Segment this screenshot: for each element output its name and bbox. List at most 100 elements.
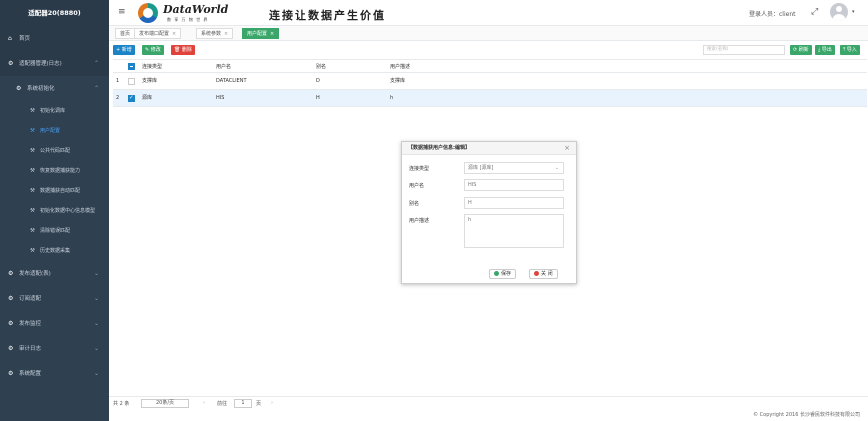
import-button[interactable]: ⤒ 导入 — [840, 45, 860, 55]
wrench-icon: ⚒ — [30, 228, 35, 234]
close-icon[interactable]: × — [270, 31, 274, 37]
close-icon[interactable]: × — [564, 142, 570, 155]
edit-button[interactable]: ✎ 修改 — [142, 45, 164, 55]
column-header[interactable]: 用户描述 — [390, 60, 410, 74]
save-label: 保存 — [501, 271, 512, 277]
chevron-down-icon: ⌄ — [93, 270, 99, 277]
sidebar-subitem-user-config[interactable]: ⚒ 用户配置 — [0, 121, 109, 141]
tab-label: 发布端口配置 — [139, 31, 170, 37]
tab-label: 首页 — [120, 31, 131, 37]
menu-toggle-icon[interactable]: ≡ — [118, 7, 126, 17]
sidebar-item-publish-monitor[interactable]: ⚙ 发布监控 ⌄ — [0, 311, 109, 336]
tab-publish-port[interactable]: 发布端口配置 × — [134, 28, 182, 39]
sidebar-subitem-label: 初始化调库 — [40, 108, 66, 114]
tab-label: 系统参数 — [201, 31, 222, 37]
modal-header: 【数据捕获用户信息:编辑】 × — [402, 142, 576, 155]
next-page-button[interactable]: › — [271, 400, 273, 406]
logo-subtext: 数 享 万 物 世 界 — [167, 17, 209, 22]
close-button[interactable]: 关 闭 — [529, 269, 558, 279]
sidebar-subitem-label: 公共代码匹配 — [40, 148, 71, 154]
alias-label: 别名 — [409, 201, 420, 207]
total-count: 共 2 条 — [113, 401, 130, 407]
desc-label: 用户描述 — [409, 218, 430, 224]
wrench-icon: ⚒ — [30, 168, 35, 174]
sidebar-subitem-label: 初始化数据中心信息模型 — [40, 208, 96, 214]
column-header[interactable]: 别名 — [316, 60, 326, 74]
sidebar-item-label: 审计日志 — [19, 346, 42, 352]
page-input[interactable]: 1 — [234, 399, 252, 408]
sidebar-subitem-restore-capture[interactable]: ⚒ 恢复数据捕获能力 — [0, 161, 109, 181]
tab-home[interactable]: 首页 — [115, 28, 136, 39]
gear-icon: ⚙ — [16, 85, 22, 92]
desc-textarea[interactable]: h — [464, 214, 564, 248]
sidebar-item-audit-log[interactable]: ⚙ 审计日志 ⌄ — [0, 336, 109, 361]
cell-alias: H — [316, 95, 320, 101]
sidebar-item-publish-adapter[interactable]: ⚙ 发布适配(表) ⌄ — [0, 261, 109, 286]
tab-user-config[interactable]: 用户配置 × — [242, 28, 280, 39]
close-icon[interactable]: × — [172, 31, 176, 37]
add-button[interactable]: + 新增 — [113, 45, 135, 55]
login-user: 登录人员：client — [749, 11, 796, 18]
cell-type: 支撑库 — [142, 78, 158, 84]
alias-field[interactable]: H — [464, 197, 564, 209]
copyright: © Copyright 2016 长沙睿民软件科技有限公司 — [753, 412, 860, 418]
logo-text: DataWorld — [163, 3, 229, 16]
sidebar-subitem-init-model[interactable]: ⚒ 初始化数据中心信息模型 — [0, 201, 109, 221]
sidebar-item-system-init[interactable]: ⚙ 系统初始化 ⌃ — [0, 76, 109, 101]
export-button[interactable]: ⤓ 导出 — [815, 45, 835, 55]
search-input[interactable]: 搜索(名称) — [703, 45, 785, 55]
sidebar-item-home[interactable]: ⌂ 首页 — [0, 26, 109, 51]
cell-alias: D — [316, 78, 320, 84]
wrench-icon: ⚒ — [30, 208, 35, 214]
type-label: 连接类型 — [409, 166, 430, 172]
table-row[interactable]: 1 支撑库 DATACLIENT D 支撑库 — [113, 73, 867, 90]
chevron-down-icon: ⌄ — [93, 345, 99, 352]
row-checkbox[interactable] — [128, 90, 135, 107]
table-row[interactable]: 2 源库 HIS H h — [113, 90, 867, 107]
chevron-up-icon: ⌃ — [93, 85, 99, 92]
page-size-select[interactable]: 20条/页 — [141, 399, 189, 408]
cell-desc: h — [390, 95, 394, 101]
top-header: ≡ DataWorld 数 享 万 物 世 界 连接让数据产生价值 登录人员：c… — [109, 0, 868, 26]
user-label: 用户名 — [409, 183, 425, 189]
gear-icon: ⚙ — [8, 370, 14, 377]
avatar[interactable] — [830, 3, 848, 21]
caret-down-icon[interactable]: ▾ — [852, 9, 855, 15]
sidebar-subitem-history-collect[interactable]: ⚒ 历史数据采集 — [0, 241, 109, 261]
sidebar-item-subscribe-adapter[interactable]: ⚙ 订阅适配 ⌄ — [0, 286, 109, 311]
pagination: 共 2 条 20条/页 ‹ 前往 1 页 › — [109, 396, 868, 410]
delete-button[interactable]: 🗑 删除 — [171, 45, 195, 55]
sidebar-subitem-label: 恢复数据捕获能力 — [40, 168, 81, 174]
home-icon: ⌂ — [8, 35, 12, 42]
sidebar-subitem-auto-match[interactable]: ⚒ 数据捕获自动匹配 — [0, 181, 109, 201]
sidebar-item-label: 系统配置 — [19, 371, 42, 377]
sidebar-subitem-clear-errors[interactable]: ⚒ 清除错误匹配 — [0, 221, 109, 241]
column-header[interactable]: 用户名 — [216, 60, 231, 74]
fullscreen-icon[interactable]: ⤢ — [811, 7, 818, 17]
gear-icon: ⚙ — [8, 345, 14, 352]
cell-type: 源库 — [142, 95, 153, 101]
refresh-button[interactable]: ⟳ 刷新 — [790, 45, 812, 55]
save-button[interactable]: 保存 — [489, 269, 517, 279]
goto-label: 前往 — [217, 401, 228, 407]
select-all-checkbox[interactable] — [128, 63, 135, 70]
modal-title: 【数据捕获用户信息:编辑】 — [408, 145, 471, 151]
tab-system-params[interactable]: 系统参数 × — [196, 28, 234, 39]
user-table: 连接类型 用户名 别名 用户描述 1 支撑库 DATACLIENT D 支撑库 … — [113, 59, 867, 107]
close-icon[interactable]: × — [224, 31, 228, 37]
chevron-down-icon: ⌄ — [93, 370, 99, 377]
sidebar-item-adapter-management[interactable]: ⚙ 适配器管理(日志) ⌃ — [0, 51, 109, 76]
slogan: 连接让数据产生价值 — [269, 9, 386, 22]
wrench-icon: ⚒ — [30, 108, 35, 114]
sidebar-subitem-label: 用户配置 — [40, 128, 61, 134]
sidebar-subitem-code-match[interactable]: ⚒ 公共代码匹配 — [0, 141, 109, 161]
sidebar-item-label: 发布适配(表) — [19, 271, 51, 277]
sidebar-subitem-init-db[interactable]: ⚒ 初始化调库 — [0, 101, 109, 121]
column-header[interactable]: 连接类型 — [142, 60, 162, 74]
user-field[interactable]: HIS — [464, 179, 564, 191]
sidebar-item-system-config[interactable]: ⚙ 系统配置 ⌄ — [0, 361, 109, 386]
prev-page-button[interactable]: ‹ — [203, 400, 205, 406]
type-select[interactable]: 源库 [源库] ⌄ — [464, 162, 564, 174]
chevron-up-icon: ⌃ — [93, 60, 99, 67]
row-checkbox[interactable] — [128, 78, 135, 85]
